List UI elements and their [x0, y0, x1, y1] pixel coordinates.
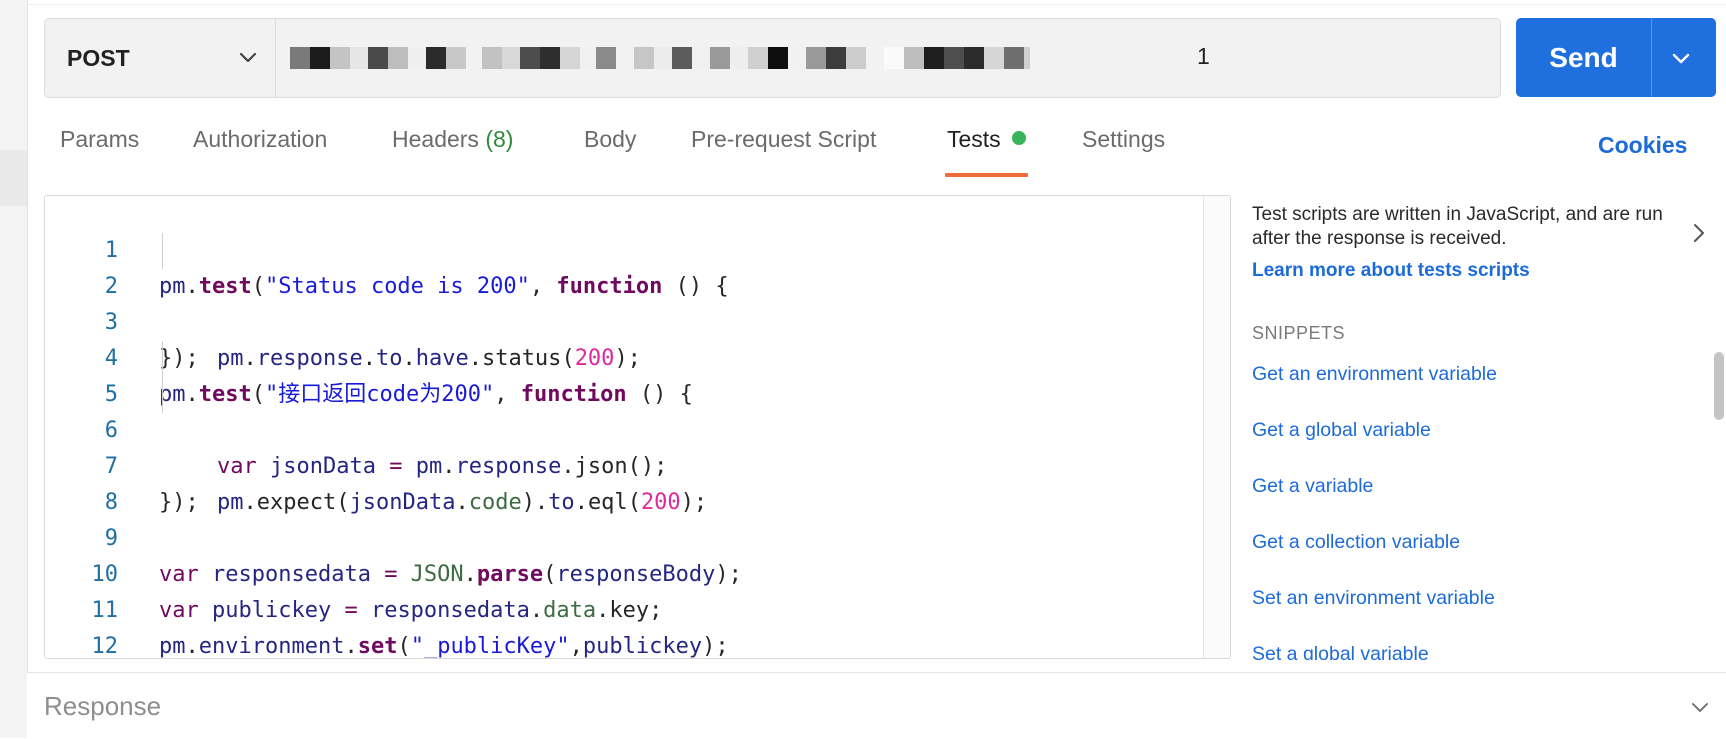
- tab-tests[interactable]: Tests: [945, 126, 1028, 178]
- tests-description: Test scripts are written in JavaScript, …: [1252, 204, 1663, 249]
- code-line: 4 pm.test("接口返回code为200", function () {: [104, 346, 693, 407]
- left-sidebar-edge: [0, 0, 28, 738]
- redacted-url: [290, 39, 1030, 77]
- top-divider: [27, 0, 1726, 5]
- tab-body[interactable]: Body: [584, 126, 636, 178]
- send-options-chevron-icon[interactable]: [1666, 44, 1696, 74]
- collapse-panel-chevron-icon[interactable]: [1688, 222, 1710, 244]
- code-line: 1 pm.test("Status code is 200", function…: [104, 238, 729, 299]
- code-line: 11 pm.environment.set("_publicKey",publi…: [91, 598, 729, 659]
- chevron-down-icon: [239, 52, 257, 63]
- snippet-link[interactable]: Get a variable: [1252, 475, 1373, 498]
- code-line: 2 pm.response.to.have.status(200);: [45, 233, 1195, 371]
- method-label: POST: [67, 44, 130, 71]
- editor-scrollbar[interactable]: [1203, 196, 1230, 658]
- snippet-link[interactable]: Set an environment variable: [1252, 587, 1495, 610]
- code-line: 3 });: [104, 310, 199, 371]
- code-editor[interactable]: 1 pm.test("Status code is 200", function…: [44, 195, 1231, 659]
- tab-headers[interactable]: Headers (8): [392, 126, 513, 178]
- url-input[interactable]: 1: [290, 19, 1490, 97]
- sidebar-selection-mark: [0, 150, 27, 206]
- snippet-link[interactable]: Set a global variable: [1252, 643, 1429, 660]
- method-select[interactable]: POST: [45, 19, 276, 97]
- tab-pre-request-script[interactable]: Pre-request Script: [691, 126, 876, 178]
- code-line: 7 });: [104, 454, 199, 515]
- snippet-link[interactable]: Get an environment variable: [1252, 363, 1497, 386]
- snippet-link[interactable]: Get a collection variable: [1252, 531, 1460, 554]
- request-bar: POST 1: [44, 18, 1501, 98]
- response-section[interactable]: Response: [27, 672, 1726, 739]
- code-line: 9 var responsedata = JSON.parse(response…: [104, 526, 742, 587]
- side-panel-scroll-track[interactable]: [1712, 195, 1726, 660]
- side-panel-scrollbar-thumb[interactable]: [1714, 352, 1724, 420]
- send-button-group: Send: [1516, 18, 1716, 97]
- tests-side-panel: Test scripts are written in JavaScript, …: [1252, 195, 1692, 660]
- code-line: 5 var jsonData = pm.response.json();: [45, 341, 1195, 479]
- send-button[interactable]: Send: [1516, 18, 1652, 97]
- tab-authorization[interactable]: Authorization: [193, 126, 327, 178]
- code-line: 6 pm.expect(jsonData.code).to.eql(200);: [45, 377, 1195, 515]
- chevron-down-icon[interactable]: [1687, 695, 1713, 721]
- code-line: 13: [45, 629, 1195, 658]
- code-line: 12: [91, 634, 119, 659]
- headers-count: (8): [485, 126, 514, 152]
- url-text: 1: [1197, 43, 1210, 69]
- status-dot-icon: [1011, 131, 1026, 145]
- learn-more-link[interactable]: Learn more about tests scripts: [1252, 260, 1530, 282]
- code-line: 10 var publickey = responsedata.data.key…: [91, 562, 663, 623]
- snippets-heading: SNIPPETS: [1252, 323, 1346, 343]
- tab-settings[interactable]: Settings: [1082, 126, 1165, 178]
- code-line: 8: [104, 490, 118, 515]
- tab-params[interactable]: Params: [60, 126, 139, 178]
- response-title: Response: [44, 691, 162, 721]
- snippet-link[interactable]: Get a global variable: [1252, 419, 1431, 442]
- cookies-link[interactable]: Cookies: [1598, 132, 1687, 159]
- active-tab-underline: [945, 173, 1028, 177]
